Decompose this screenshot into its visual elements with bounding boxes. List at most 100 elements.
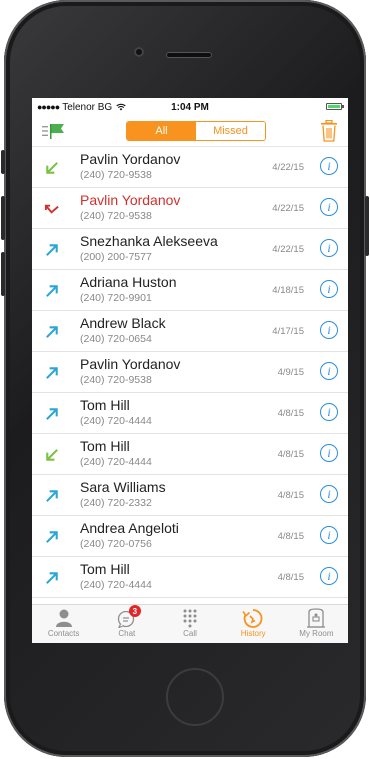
phone-number: (240) 720-2332 — [80, 497, 152, 509]
outgoing-call-icon — [46, 326, 58, 338]
chat-badge: 3 — [128, 605, 141, 617]
outgoing-call-icon — [46, 490, 58, 502]
contact-name: Snezhanka Alekseeva — [80, 233, 218, 249]
phone-frame: ●●●●● Telenor BG 1:04 PM All Missed Pavl… — [1, 0, 369, 757]
mute-switch — [1, 150, 5, 174]
contacts-icon — [55, 609, 72, 627]
contact-name: Tom Hill — [80, 438, 130, 454]
phone-number: (240) 720-0756 — [80, 538, 152, 550]
call-date: 4/22/15 — [272, 162, 304, 173]
call-date: 4/18/15 — [272, 285, 304, 296]
tab-bar: Contacts Chat 3 Call History My Room — [32, 604, 348, 643]
contact-name: Tom Hill — [80, 561, 130, 577]
call-date: 4/8/15 — [277, 572, 304, 583]
phone-number: (200) 200-7577 — [80, 251, 152, 263]
earpiece-speaker — [166, 52, 212, 58]
info-icon[interactable]: i — [320, 280, 338, 298]
call-row[interactable]: Sara Williams (240) 720-2332 4/8/15 i — [32, 475, 348, 516]
call-date: 4/8/15 — [277, 490, 304, 501]
call-date: 4/9/15 — [277, 367, 304, 378]
app-screen: ●●●●● Telenor BG 1:04 PM All Missed Pavl… — [32, 98, 348, 643]
call-row[interactable]: Andrea Angeloti (240) 720-0756 4/8/15 i — [32, 516, 348, 557]
tab-keypad[interactable]: Call — [158, 605, 221, 643]
tab-label: History — [240, 629, 266, 638]
home-button[interactable] — [166, 668, 224, 726]
call-row[interactable]: Tom Hill (240) 720-4444 4/8/15 i — [32, 393, 348, 434]
contact-name: Tom Hill — [80, 397, 130, 413]
tab-label: My Room — [299, 629, 334, 638]
call-date: 4/22/15 — [272, 203, 304, 214]
power-button — [365, 196, 369, 256]
status-bar: ●●●●● Telenor BG 1:04 PM — [32, 98, 348, 116]
menu-flag-icon[interactable] — [42, 122, 72, 140]
battery-icon — [326, 103, 344, 110]
front-camera — [134, 47, 144, 57]
segment-control: All Missed — [126, 121, 266, 141]
call-row[interactable]: Pavlin Yordanov (240) 720-9538 4/22/15 i — [32, 147, 348, 188]
phone-number: (240) 720-9538 — [80, 169, 152, 181]
my-room-icon — [307, 608, 326, 628]
contact-name: Andrew Black — [80, 315, 166, 331]
outgoing-call-icon — [46, 531, 58, 543]
phone-number: (240) 720-4444 — [80, 415, 152, 427]
history-icon — [242, 609, 263, 628]
outgoing-call-icon — [46, 572, 58, 584]
call-date: 4/8/15 — [277, 449, 304, 460]
contact-name: Andrea Angeloti — [80, 520, 179, 536]
phone-number: (240) 720-9538 — [80, 374, 152, 386]
phone-number: (240) 720-9901 — [80, 292, 152, 304]
call-date: 4/8/15 — [277, 408, 304, 419]
call-row[interactable]: Andrew Black (240) 720-0654 4/17/15 i — [32, 311, 348, 352]
call-row[interactable]: Adriana Huston (240) 720-9901 4/18/15 i — [32, 270, 348, 311]
info-icon[interactable]: i — [320, 157, 338, 175]
tab-label: Call — [183, 629, 197, 638]
tab-contacts[interactable]: Contacts — [32, 605, 95, 643]
phone-number: (240) 720-9538 — [80, 210, 152, 222]
info-icon[interactable]: i — [320, 362, 338, 380]
contact-name: Sara Williams — [80, 479, 166, 495]
info-icon[interactable]: i — [320, 567, 338, 585]
contact-name: Pavlin Yordanov — [80, 151, 181, 167]
phone-number: (240) 720-4444 — [80, 456, 152, 468]
tab-chat[interactable]: Chat 3 — [95, 605, 158, 643]
info-icon[interactable]: i — [320, 198, 338, 216]
call-row[interactable]: Pavlin Yordanov (240) 720-9538 4/22/15 i — [32, 188, 348, 229]
call-date: 4/8/15 — [277, 531, 304, 542]
outgoing-call-icon — [46, 244, 58, 256]
phone-number: (240) 720-0654 — [80, 333, 152, 345]
outgoing-call-icon — [46, 285, 58, 297]
call-row[interactable]: Tom Hill (240) 720-4444 4/8/15 i — [32, 434, 348, 475]
contact-name: Pavlin Yordanov — [80, 356, 181, 372]
phone-number: (240) 720-4444 — [80, 579, 152, 591]
outgoing-call-icon — [46, 367, 58, 379]
call-date: 4/22/15 — [272, 244, 304, 255]
call-row[interactable]: Pavlin Yordanov (240) 720-9538 4/9/15 i — [32, 352, 348, 393]
info-icon[interactable]: i — [320, 444, 338, 462]
call-history-list: Pavlin Yordanov (240) 720-9538 4/22/15 i Pav… — [32, 147, 348, 639]
call-date: 4/17/15 — [272, 326, 304, 337]
info-icon[interactable]: i — [320, 526, 338, 544]
segment-missed[interactable]: Missed — [196, 122, 265, 140]
segment-all[interactable]: All — [127, 122, 196, 140]
tab-history[interactable]: History — [222, 605, 285, 643]
top-bar: All Missed — [32, 116, 348, 147]
status-time: 1:04 PM — [171, 101, 209, 113]
volume-down-button — [1, 252, 5, 296]
tab-my-room[interactable]: My Room — [285, 605, 348, 643]
info-icon[interactable]: i — [320, 403, 338, 421]
trash-icon[interactable] — [320, 120, 338, 142]
info-icon[interactable]: i — [320, 485, 338, 503]
call-row[interactable]: Tom Hill (240) 720-4444 4/8/15 i — [32, 557, 348, 598]
info-icon[interactable]: i — [320, 321, 338, 339]
volume-up-button — [1, 196, 5, 240]
keypad-icon — [183, 609, 197, 628]
tab-label: Contacts — [47, 629, 80, 638]
outgoing-call-icon — [46, 408, 58, 420]
incoming-call-icon — [46, 162, 58, 174]
missed-call-icon — [44, 204, 59, 214]
incoming-call-icon — [46, 449, 58, 461]
tab-label: Chat — [118, 629, 136, 638]
call-row[interactable]: Snezhanka Alekseeva (200) 200-7577 4/22/15… — [32, 229, 348, 270]
info-icon[interactable]: i — [320, 239, 338, 257]
contact-name: Pavlin Yordanov — [80, 192, 181, 208]
